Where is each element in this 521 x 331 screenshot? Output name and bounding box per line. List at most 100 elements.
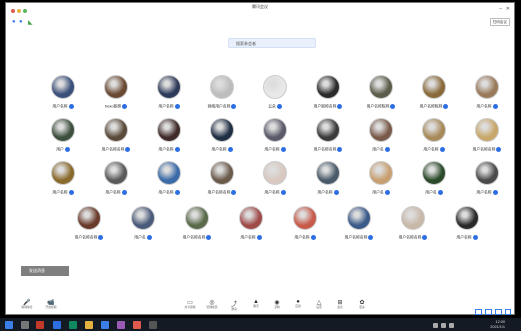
verified-badge-icon [68,104,74,109]
participant-tile[interactable]: 用户 [35,118,91,162]
participant-name-text: 用户名称名称 [472,147,496,152]
participant-tile[interactable]: 云朵 [247,75,303,119]
participant-tile[interactable]: 用户名称 [247,161,303,205]
control-button[interactable]: ⊞ 会议 [329,299,351,313]
grid-view-icon[interactable] [495,309,502,315]
control-button[interactable]: ✿ 更多 [351,299,373,313]
participant-tile[interactable]: 用户名称名称 [194,161,250,205]
participant-name-text: 用户名称 [158,104,174,109]
participant-name-text: 用户名称 [423,147,439,152]
control-button[interactable]: ● 应用 [287,299,309,313]
participant-name: 用户名称 [459,104,515,110]
participant-tile[interactable]: 用户名称 [141,75,197,119]
start-icon[interactable] [5,321,13,329]
participant-tile[interactable]: 用户名称 [194,118,250,162]
avatar [51,118,75,142]
participant-tile[interactable]: 用户名称名称 [61,206,117,250]
browser-icon[interactable] [53,321,61,329]
participant-tile[interactable]: 用户名称名称 [169,206,225,250]
mail-icon[interactable] [133,321,141,329]
speaker-view-icon[interactable] [485,309,492,315]
avatar [347,206,371,230]
participant-tile[interactable]: 用户名称 [35,161,91,205]
chat-input-button[interactable]: 发送消息 [21,266,69,276]
verified-badge-icon [310,235,316,240]
info-icon[interactable]: ● [19,19,23,25]
search-icon[interactable] [21,321,29,329]
participant-tile[interactable]: 用户名称名称 [331,206,387,250]
participant-tile[interactable]: 用户名称 [141,161,197,205]
participant-name-text: 用户名 [372,147,384,152]
gallery-view-icon[interactable] [475,309,482,315]
video-button[interactable]: 📹 开启视频 [40,299,62,313]
view-toggle-button[interactable]: 扫码会议 [489,18,510,26]
participant-tile[interactable]: 用户名称 [88,161,144,205]
participant-tile[interactable]: Neko昵称 [88,75,144,119]
search-input[interactable]: 搜索参会者 [228,38,316,48]
control-label: 管理成员 [206,305,218,309]
participant-tile[interactable]: 网络用户名称 [194,75,250,119]
participant-tile[interactable]: 用户名 [406,161,462,205]
explorer-icon[interactable] [69,321,77,329]
participant-tile[interactable]: 用户名 [353,118,409,162]
participant-name: 用户名称 [277,235,333,241]
participant-tile[interactable]: 用户名称 [141,118,197,162]
chat-label: 发送消息 [29,268,45,273]
participant-tile[interactable]: 用户名称 [223,206,279,250]
participant-tile[interactable]: 用户名称名称 [459,118,515,162]
participant-tile[interactable]: 用户名称 [35,75,91,119]
participant-tile[interactable]: 用户名称 [439,206,495,250]
verified-badge-icon [422,235,428,240]
settings-icon[interactable] [149,321,157,329]
folder-icon[interactable] [85,321,93,329]
verified-badge-icon [280,190,286,195]
volume-icon[interactable] [441,323,446,328]
participant-name: 用户名称昵称 [353,104,409,110]
participant-tile[interactable]: 用户名称 [406,118,462,162]
avatar [369,118,393,142]
control-button[interactable]: △ 设置 [308,299,330,313]
media-icon[interactable] [117,321,125,329]
participant-tile[interactable]: 用户名称名称 [300,118,356,162]
participant-tile[interactable]: 用户名称名称 [385,206,441,250]
control-button[interactable]: ▲ 聊天 [245,299,267,313]
network-icon[interactable] [433,323,438,328]
mic-button[interactable]: 🎤 解除静音 [16,299,38,313]
participant-tile[interactable]: 用户名 [353,161,409,205]
participant-name-text: 云朵 [268,104,276,109]
participant-tile[interactable]: 用户名称 [277,206,333,250]
control-button[interactable]: ◎ 管理成员 [201,299,223,313]
signal-icon[interactable]: ◣ [28,19,33,26]
participant-tile[interactable]: 用户名称 [247,118,303,162]
shield-icon[interactable]: ● [12,19,16,25]
participant-name: Neko昵称 [88,104,144,110]
participant-tile[interactable]: 用户昵称名称 [300,75,356,119]
avatar [455,206,479,230]
participant-name: 用户名 [406,190,462,196]
participant-tile[interactable]: 用户名称 [300,161,356,205]
participant-tile[interactable]: 用户名 [115,206,171,250]
verified-badge-icon [98,235,104,240]
meeting-icon[interactable] [101,321,109,329]
control-button[interactable]: ▭ 共享屏幕 [179,299,201,313]
close-icon[interactable]: ✕ [506,6,510,12]
avatar [239,206,263,230]
control-label: 设置 [316,305,322,309]
clock[interactable]: 12:00 2021/1/1 [490,320,505,329]
battery-icon[interactable] [449,323,454,328]
participant-name: 云朵 [247,104,303,110]
clock-date: 2021/1/1 [490,324,505,329]
participant-tile[interactable]: 用户名称 [459,161,515,205]
control-button[interactable]: ◉ 录制 [266,299,288,313]
participant-tile[interactable]: 用户名称 [459,75,515,119]
participant-name: 用户 [35,147,91,153]
minimize-icon[interactable]: – [499,6,502,12]
app-icon[interactable] [36,321,44,329]
participant-name-text: 用户名称 [456,235,472,240]
participant-tile[interactable]: 用户名称昵称 [406,75,462,119]
participant-tile[interactable]: 用户名称昵称 [353,75,409,119]
fullscreen-icon[interactable] [505,309,511,315]
control-button[interactable]: ⤴ 邀请 [223,299,245,313]
avatar [293,206,317,230]
participant-tile[interactable]: 用户名称名称 [88,118,144,162]
